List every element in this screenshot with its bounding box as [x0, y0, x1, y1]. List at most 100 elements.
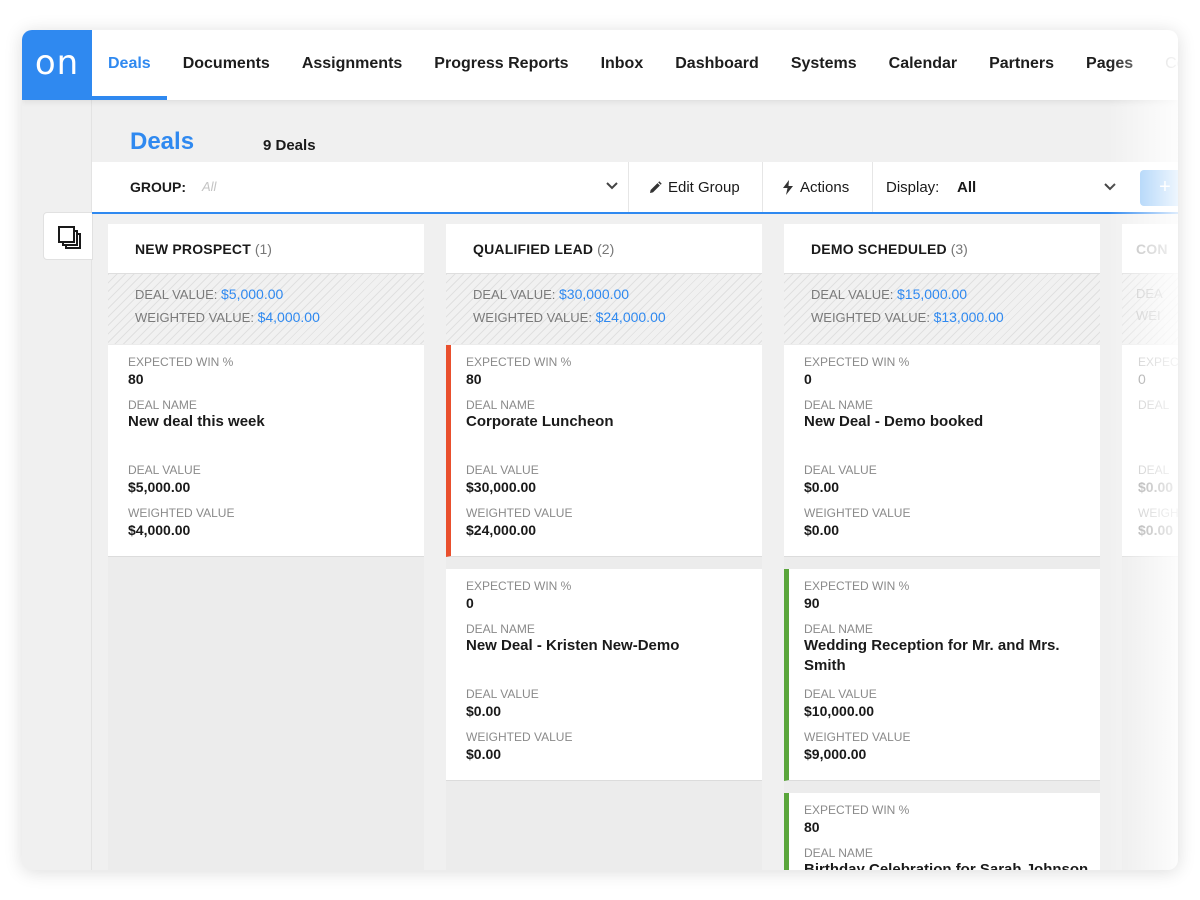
column-header: DEMO SCHEDULED (3)	[784, 224, 1100, 274]
actions-button[interactable]: Actions	[782, 179, 849, 196]
deal-value-label: DEAL VALUE	[466, 687, 539, 701]
tab-contacts[interactable]: Con	[1149, 30, 1178, 100]
weighted-value-total: $4,000.00	[257, 309, 320, 325]
tab-partners[interactable]: Partners	[973, 30, 1070, 100]
deal-value-total: $5,000.00	[221, 286, 284, 302]
deal-value-label: DEAL VALUE	[466, 463, 539, 477]
deal-name-label: DEAL NAME	[466, 398, 535, 412]
deal-value-label: DEAL VALUE:	[473, 287, 556, 302]
deal-value-total: $15,000.00	[897, 286, 968, 302]
win-label: EXPECTED WIN %	[804, 579, 910, 593]
weighted-value: $24,000.00	[466, 522, 537, 538]
tab-documents[interactable]: Documents	[167, 30, 286, 100]
column-header: QUALIFIED LEAD (2)	[446, 224, 762, 274]
win-label: EXPECTED WIN %	[466, 579, 572, 593]
win-value: 90	[804, 595, 820, 611]
win-value: 80	[804, 819, 820, 835]
actions-label: Actions	[800, 179, 850, 196]
layers-icon	[58, 226, 81, 249]
column-title: DEMO SCHEDULED	[811, 241, 947, 257]
page-title: Deals	[130, 128, 195, 155]
deal-value-label: DEAL VALUE	[128, 463, 201, 477]
column-count: (1)	[254, 241, 272, 257]
column-count: (3)	[950, 241, 968, 257]
tab-dashboard[interactable]: Dashboard	[659, 30, 775, 100]
pipeline-column-qualified-lead: QUALIFIED LEAD (2) DEAL VALUE: $30,000.0…	[446, 224, 762, 870]
deal-card[interactable]: EXPECTED WIN % 80 DEAL NAME New deal thi…	[108, 345, 424, 557]
weighted-value-label: WEIGHTED VALUE	[804, 730, 911, 744]
group-label: GROUP:	[130, 179, 186, 195]
win-value: 0	[804, 371, 812, 387]
left-rail	[22, 100, 93, 870]
deal-card[interactable]: EXPECTED WIN % 0 DEAL NAME New Deal - Kr…	[446, 569, 762, 781]
win-label: EXPECTED WIN %	[804, 803, 910, 817]
deal-count: 9 Deals	[263, 137, 316, 154]
app-window: on Deals Documents Assignments Progress …	[22, 30, 1178, 870]
deal-card[interactable]: EXPECTED WIN % 80 DEAL NAME Corporate Lu…	[446, 345, 762, 557]
column-header: NEW PROSPECT (1)	[108, 224, 424, 274]
lightning-icon	[783, 180, 793, 195]
weighted-value: $9,000.00	[804, 746, 867, 762]
win-label: EXPEC	[1138, 355, 1178, 369]
deal-value: $0.00	[804, 479, 840, 495]
nav-tabs: Deals Documents Assignments Progress Rep…	[92, 30, 1178, 100]
deal-card[interactable]: EXPECTED WIN % 90 DEAL NAME Wedding Rece…	[784, 569, 1100, 781]
win-value: 0	[1138, 371, 1146, 387]
tab-inbox[interactable]: Inbox	[585, 30, 660, 100]
deal-name-label: DEAL NAME	[804, 846, 873, 860]
pencil-icon	[650, 180, 662, 193]
weighted-value: $4,000.00	[128, 522, 191, 538]
win-label: EXPECTED WIN %	[128, 355, 234, 369]
deal-name: New Deal - Kristen New-Demo	[466, 637, 680, 654]
column-header: CON	[1122, 224, 1178, 274]
display-select-value[interactable]: All	[957, 179, 976, 196]
tab-assignments[interactable]: Assignments	[286, 30, 418, 100]
pipeline-column-demo-scheduled: DEMO SCHEDULED (3) DEAL VALUE: $15,000.0…	[784, 224, 1100, 870]
column-title: NEW PROSPECT	[135, 241, 251, 257]
weighted-value-label: WEIGHTED VALUE	[466, 506, 573, 520]
edit-group-button[interactable]: Edit Group	[648, 179, 740, 196]
deal-value: $0.00	[466, 703, 502, 719]
deal-value: $0.00	[1138, 479, 1174, 495]
deal-value: $10,000.00	[804, 703, 875, 719]
deal-value-total: $30,000.00	[559, 286, 630, 302]
deal-value-label: DEA	[1136, 286, 1163, 301]
app-logo[interactable]: on	[22, 30, 92, 100]
win-value: 80	[466, 371, 482, 387]
deal-value: $30,000.00	[466, 479, 537, 495]
chevron-down-icon[interactable]	[1100, 176, 1120, 196]
weighted-value: $0.00	[1138, 522, 1174, 538]
edit-group-label: Edit Group	[668, 179, 740, 196]
deal-name: Birthday Celebration for Sarah Johnson	[804, 861, 1089, 870]
deal-value-label: DEAL VALUE:	[811, 287, 894, 302]
column-summary: DEAL VALUE: $5,000.00 WEIGHTED VALUE: $4…	[108, 274, 424, 344]
weighted-value-total: $24,000.00	[595, 309, 666, 325]
tab-progress-reports[interactable]: Progress Reports	[418, 30, 584, 100]
weighted-value-label: WEIGH	[1138, 506, 1178, 520]
deal-value-label: DEAL VALUE	[804, 463, 877, 477]
display-label: Display:	[886, 179, 940, 196]
deal-value-label: DEAL VALUE:	[135, 287, 218, 302]
tab-pages[interactable]: Pages	[1070, 30, 1149, 100]
toolbar-divider	[872, 162, 873, 212]
group-filter-value[interactable]: All	[202, 179, 216, 194]
deal-name: New Deal - Demo booked	[804, 413, 984, 430]
deal-card[interactable]: EXPECTED WIN % 0 DEAL NAME New Deal - De…	[784, 345, 1100, 557]
weighted-value: $0.00	[804, 522, 840, 538]
tab-calendar[interactable]: Calendar	[873, 30, 973, 100]
column-title: CON	[1136, 241, 1168, 257]
rail-toggle-button[interactable]	[43, 212, 93, 260]
deal-card[interactable]: EXPECTED WIN % 80 DEAL NAME Birthday Cel…	[784, 793, 1100, 870]
tab-deals[interactable]: Deals	[92, 30, 167, 100]
deal-name-label: DEAL NAME	[128, 398, 197, 412]
add-deal-button[interactable]: +	[1140, 170, 1178, 206]
deal-name: Corporate Luncheon	[466, 413, 614, 430]
column-summary: DEAL VALUE: $30,000.00 WEIGHTED VALUE: $…	[446, 274, 762, 344]
win-value: 0	[466, 595, 474, 611]
weighted-value-label: WEIGHTED VALUE:	[811, 310, 930, 325]
deal-card[interactable]: EXPEC 0 DEAL DEAL $0.00 WEIGH $0.00	[1122, 345, 1178, 557]
deal-value-label: DEAL	[1138, 463, 1170, 477]
tab-systems[interactable]: Systems	[775, 30, 873, 100]
deal-name: Wedding Reception for Mr. and Mrs. Smith	[804, 637, 1060, 674]
chevron-down-icon[interactable]	[602, 175, 622, 195]
